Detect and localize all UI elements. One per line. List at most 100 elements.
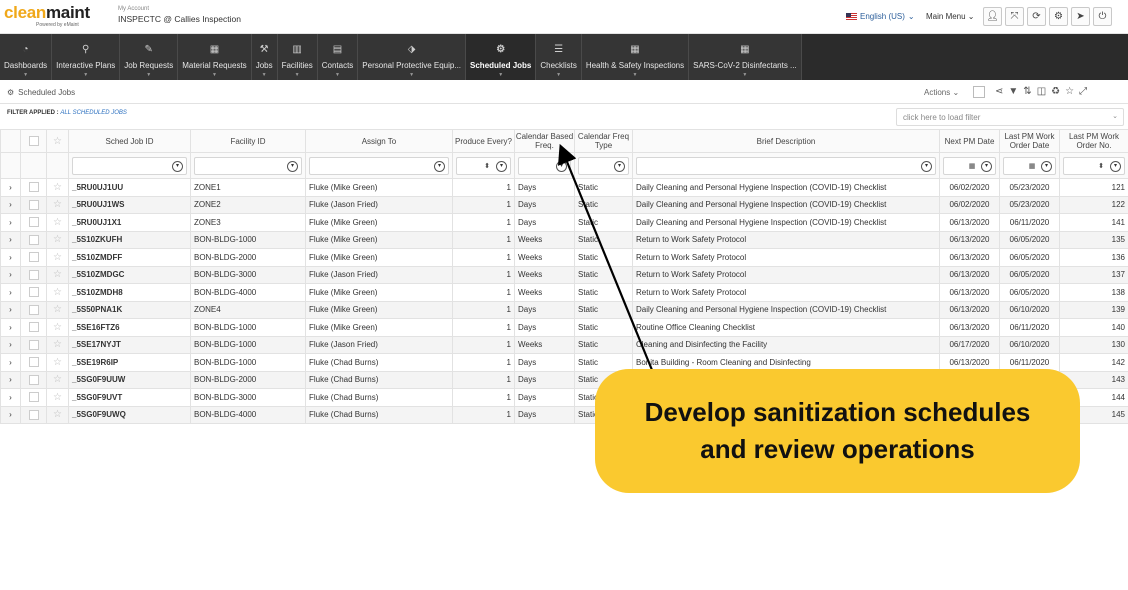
filter-input[interactable]: ▾	[194, 157, 302, 175]
cell-sched-job-id[interactable]: _5SG0F9UWQ	[68, 405, 191, 424]
row-checkbox[interactable]	[28, 252, 39, 263]
row-checkbox[interactable]	[28, 339, 39, 350]
expand-row-icon[interactable]: ›	[9, 235, 12, 244]
cell-facility-id[interactable]: BON-BLDG-1000	[190, 335, 306, 354]
brand-logo[interactable]: cleanmaint	[4, 4, 90, 21]
calendar-icon[interactable]: ▦	[967, 161, 977, 172]
language-selector[interactable]: English (US) ⌄	[846, 12, 915, 21]
expand-row-icon[interactable]: ›	[9, 288, 12, 297]
row-checkbox[interactable]	[28, 217, 39, 228]
select-all-checkbox[interactable]	[973, 86, 985, 98]
row-checkbox[interactable]	[28, 269, 39, 280]
star-icon[interactable]: ☆	[53, 339, 62, 350]
cell-expand[interactable]: ›	[0, 178, 21, 197]
columns-icon[interactable]: ◫	[1037, 86, 1046, 97]
star-icon[interactable]: ☆	[53, 287, 62, 298]
account-info[interactable]: My Account INSPECTC @ Callies Inspection	[118, 6, 241, 24]
table-row[interactable]: › ☆ _5SE16FTZ6 BON-BLDG-1000 Fluke (Mike Gre…	[0, 318, 1128, 337]
filter-input[interactable]: ▾	[578, 157, 629, 175]
gear-icon[interactable]: ⚙	[1049, 7, 1068, 26]
expand-row-icon[interactable]: ›	[9, 218, 12, 227]
row-checkbox[interactable]	[28, 304, 39, 315]
spinner-icon[interactable]: ⬍	[482, 161, 492, 172]
cell-facility-id[interactable]: BON-BLDG-3000	[190, 265, 306, 284]
cell-expand[interactable]: ›	[0, 300, 21, 319]
star-icon[interactable]: ☆	[53, 136, 62, 147]
column-header-produce-every[interactable]: Produce Every?	[452, 129, 515, 153]
star-icon[interactable]: ☆	[53, 392, 62, 403]
cell-facility-id[interactable]: BON-BLDG-2000	[190, 248, 306, 267]
cell-facility-id[interactable]: BON-BLDG-3000	[190, 388, 306, 407]
row-checkbox[interactable]	[28, 234, 39, 245]
sort-icon[interactable]: ⇅	[1023, 86, 1031, 97]
select-all-rows-checkbox[interactable]	[28, 136, 39, 146]
column-header-facility-id[interactable]: Facility ID	[190, 129, 306, 153]
column-header-calendar-freq-type[interactable]: Calendar Freq Type	[574, 129, 633, 153]
nav-item-checklists[interactable]: ☰ Checklists ▼	[536, 34, 582, 80]
nav-item-interactive-plans[interactable]: ⚲ Interactive Plans ▼	[52, 34, 121, 80]
cell-sched-job-id[interactable]: _5SG0F9UUW	[68, 370, 191, 389]
cell-expand[interactable]: ›	[0, 335, 21, 354]
filter-menu-icon[interactable]: ▾	[1041, 161, 1052, 172]
row-checkbox[interactable]	[28, 357, 39, 368]
nav-item-job-requests[interactable]: ✎ Job Requests ▼	[120, 34, 179, 80]
cell-facility-id[interactable]: ZONE1	[190, 178, 306, 197]
table-row[interactable]: › ☆ _5S10ZMDGC BON-BLDG-3000 Fluke (Jason Fr…	[0, 265, 1128, 284]
row-checkbox[interactable]	[28, 409, 39, 420]
spinner-icon[interactable]: ⬍	[1096, 161, 1106, 172]
cell-expand[interactable]: ›	[0, 405, 21, 424]
cell-sched-job-id[interactable]: _5SE16FTZ6	[68, 318, 191, 337]
nav-item-scheduled-jobs[interactable]: ⚙ Scheduled Jobs ▼	[466, 34, 537, 80]
star-icon[interactable]: ☆	[53, 269, 62, 280]
nav-item-sars-cov-2-disinfectants[interactable]: ▦ SARS-CoV-2 Disinfectants ... ▼	[689, 34, 802, 80]
table-row[interactable]: › ☆ _5RU0UJ1WS ZONE2 Fluke (Jason Fried) 1 Day…	[0, 195, 1128, 214]
cell-expand[interactable]: ›	[0, 248, 21, 267]
share-icon[interactable]: ⋖	[995, 86, 1003, 97]
nav-item-material-requests[interactable]: ▦ Material Requests ▼	[178, 34, 252, 80]
expand-row-icon[interactable]: ›	[9, 270, 12, 279]
cell-facility-id[interactable]: BON-BLDG-4000	[190, 283, 306, 302]
row-checkbox[interactable]	[28, 374, 39, 385]
cell-sched-job-id[interactable]: _5S10ZKUFH	[68, 230, 191, 249]
cell-expand[interactable]: ›	[0, 388, 21, 407]
star-icon[interactable]: ☆	[53, 252, 62, 263]
filter-menu-icon[interactable]: ▾	[434, 161, 445, 172]
refresh-icon[interactable]: ⟳	[1027, 7, 1046, 26]
star-icon[interactable]: ☆	[53, 217, 62, 228]
table-row[interactable]: › ☆ _5S10ZMDH8 BON-BLDG-4000 Fluke (Mike Gre…	[0, 283, 1128, 302]
location-arrow-icon[interactable]: ➤	[1071, 7, 1090, 26]
expand-row-icon[interactable]: ›	[9, 358, 12, 367]
user-icon[interactable]: 👤︎	[983, 7, 1002, 26]
expand-row-icon[interactable]: ›	[9, 393, 12, 402]
cell-facility-id[interactable]: ZONE2	[190, 195, 306, 214]
star-icon[interactable]: ☆	[53, 234, 62, 245]
star-icon[interactable]: ☆	[53, 357, 62, 368]
filter-menu-icon[interactable]: ▾	[556, 161, 567, 172]
filter-input[interactable]: ▾	[636, 157, 936, 175]
cell-facility-id[interactable]: BON-BLDG-1000	[190, 318, 306, 337]
power-icon[interactable]: ⏻	[1093, 7, 1112, 26]
filter-input[interactable]: ▾	[309, 157, 449, 175]
filter-date-input[interactable]: ▦ ▾	[1003, 157, 1056, 175]
filter-number-input[interactable]: ⬍ ▾	[1063, 157, 1125, 175]
main-menu-dropdown[interactable]: Main Menu ⌄	[926, 12, 975, 21]
column-header-brief-description[interactable]: Brief Description	[632, 129, 940, 153]
filter-number-input[interactable]: ⬍ ▾	[456, 157, 511, 175]
actions-dropdown[interactable]: Actions ⌄	[924, 88, 959, 97]
table-row[interactable]: › ☆ _5S10ZMDFF BON-BLDG-2000 Fluke (Mike Gre…	[0, 248, 1128, 267]
cell-sched-job-id[interactable]: _5S50PNA1K	[68, 300, 191, 319]
cell-sched-job-id[interactable]: _5S10ZMDGC	[68, 265, 191, 284]
cell-sched-job-id[interactable]: _5RU0UJ1UU	[68, 178, 191, 197]
column-header-next-pm-date[interactable]: Next PM Date	[939, 129, 1000, 153]
column-header-last-pm-wo-date[interactable]: Last PM Work Order Date	[999, 129, 1060, 153]
filter-menu-icon[interactable]: ▾	[921, 161, 932, 172]
filter-date-input[interactable]: ▦ ▾	[943, 157, 996, 175]
star-icon[interactable]: ☆	[53, 182, 62, 193]
expand-row-icon[interactable]: ›	[9, 375, 12, 384]
expand-row-icon[interactable]: ›	[9, 340, 12, 349]
row-checkbox[interactable]	[28, 322, 39, 333]
expand-row-icon[interactable]: ›	[9, 200, 12, 209]
filter-applied-value[interactable]: ALL SCHEDULED JOBS	[60, 110, 127, 116]
nav-item-dashboards[interactable]: ◔ Dashboards ▼	[0, 34, 53, 80]
table-row[interactable]: › ☆ _5S50PNA1K ZONE4 Fluke (Mike Green) 1 Days…	[0, 300, 1128, 319]
